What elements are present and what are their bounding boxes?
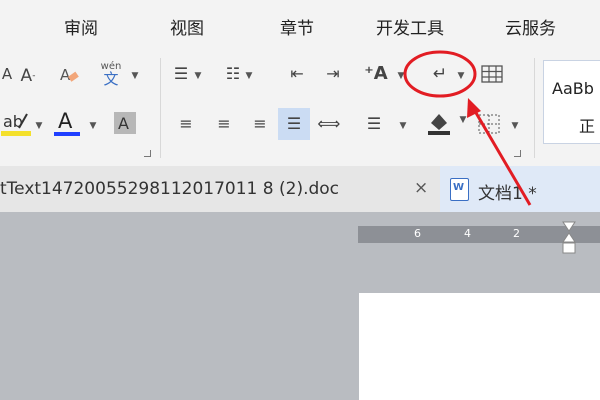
font-color-icon[interactable]: A [52, 108, 82, 138]
chevron-down-icon[interactable]: ▼ [396, 70, 406, 82]
style-preview-text: AaBb [552, 79, 594, 98]
chevron-down-icon[interactable]: ▼ [88, 120, 98, 132]
style-name-text: 正 [579, 117, 596, 136]
shrink-font-icon[interactable]: A- [14, 64, 42, 88]
chevron-down-icon[interactable]: ▼ [130, 70, 140, 82]
style-gallery[interactable]: AaBb 正 [543, 60, 600, 144]
chevron-down-icon[interactable]: ▼ [456, 70, 466, 82]
character-shading-icon[interactable]: A [112, 110, 138, 136]
tab-document-inactive[interactable]: tText14720055298112017011 8 (2).doc × [0, 166, 440, 212]
chevron-down-icon[interactable]: ▼ [510, 120, 520, 132]
ribbon-toolbar: A A- A wén 文 ▼ ☰ ▼ ☷ ▼ ⇤ ⇥ ⁺A ▼ ↵ ▼ ab ▼… [0, 50, 600, 166]
justify-icon[interactable]: ☰ [278, 108, 310, 140]
document-page[interactable] [359, 293, 600, 400]
svg-text:A: A [58, 109, 73, 133]
clear-format-icon[interactable]: A [56, 62, 82, 88]
ruler-number: 2 [513, 227, 520, 240]
tab-document-inactive-label: tText14720055298112017011 8 (2).doc [0, 179, 340, 199]
decrease-indent-icon[interactable]: ⇤ [285, 62, 309, 86]
align-left-icon[interactable]: ≡ [174, 112, 198, 136]
ruler-number: 6 [414, 227, 421, 240]
numbered-list-icon[interactable]: ☷ [222, 62, 244, 86]
svg-text:A: A [118, 114, 129, 133]
font-dialog-launcher[interactable] [144, 150, 151, 157]
paragraph-mark-icon[interactable]: ↵ [425, 62, 455, 86]
chevron-down-icon[interactable]: ▼ [458, 114, 468, 126]
document-icon [450, 178, 469, 201]
chevron-down-icon[interactable]: ▼ [193, 70, 203, 82]
tab-document-active[interactable]: 文档1 * [440, 166, 600, 214]
close-icon[interactable]: × [414, 178, 428, 198]
chevron-down-icon[interactable]: ▼ [34, 120, 44, 132]
increase-indent-icon[interactable]: ⇥ [321, 62, 345, 86]
ribbon-separator [534, 58, 535, 158]
bullet-list-icon[interactable]: ☰ [170, 62, 192, 86]
menu-bar: 审阅 视图 章节 开发工具 云服务 [0, 0, 600, 50]
highlight-icon[interactable]: ab [0, 110, 34, 138]
shading-fill-icon[interactable] [424, 108, 454, 138]
distributed-align-icon[interactable]: ⟺ [315, 112, 343, 136]
align-right-icon[interactable]: ≡ [248, 112, 272, 136]
ruler-number: 4 [464, 227, 471, 240]
chevron-down-icon[interactable]: ▼ [398, 120, 408, 132]
align-center-icon[interactable]: ≡ [212, 112, 236, 136]
grow-font-icon[interactable]: A [0, 62, 14, 86]
ribbon-separator [160, 58, 161, 158]
table-grid-icon[interactable] [478, 62, 506, 86]
paragraph-dialog-launcher[interactable] [514, 150, 521, 157]
phonetic-guide-button[interactable]: wén 文 [94, 58, 128, 90]
menu-section[interactable]: 章节 [280, 14, 314, 39]
menu-view[interactable]: 视图 [170, 14, 204, 39]
chevron-down-icon[interactable]: ▼ [244, 70, 254, 82]
tab-document-active-label: 文档1 * [478, 184, 537, 204]
menu-developer-tools[interactable]: 开发工具 [376, 14, 444, 39]
line-spacing-icon[interactable]: ☰ [362, 112, 386, 136]
menu-review[interactable]: 审阅 [64, 14, 98, 39]
borders-icon[interactable] [472, 110, 506, 138]
indent-marker-handle[interactable] [562, 221, 576, 255]
text-direction-icon[interactable]: ⁺A [360, 62, 392, 86]
phonetic-bottom-text: 文 [103, 69, 119, 88]
document-tab-bar: tText14720055298112017011 8 (2).doc × 文档… [0, 166, 600, 214]
svg-text:A: A [60, 66, 71, 84]
menu-cloud-services[interactable]: 云服务 [505, 14, 556, 39]
